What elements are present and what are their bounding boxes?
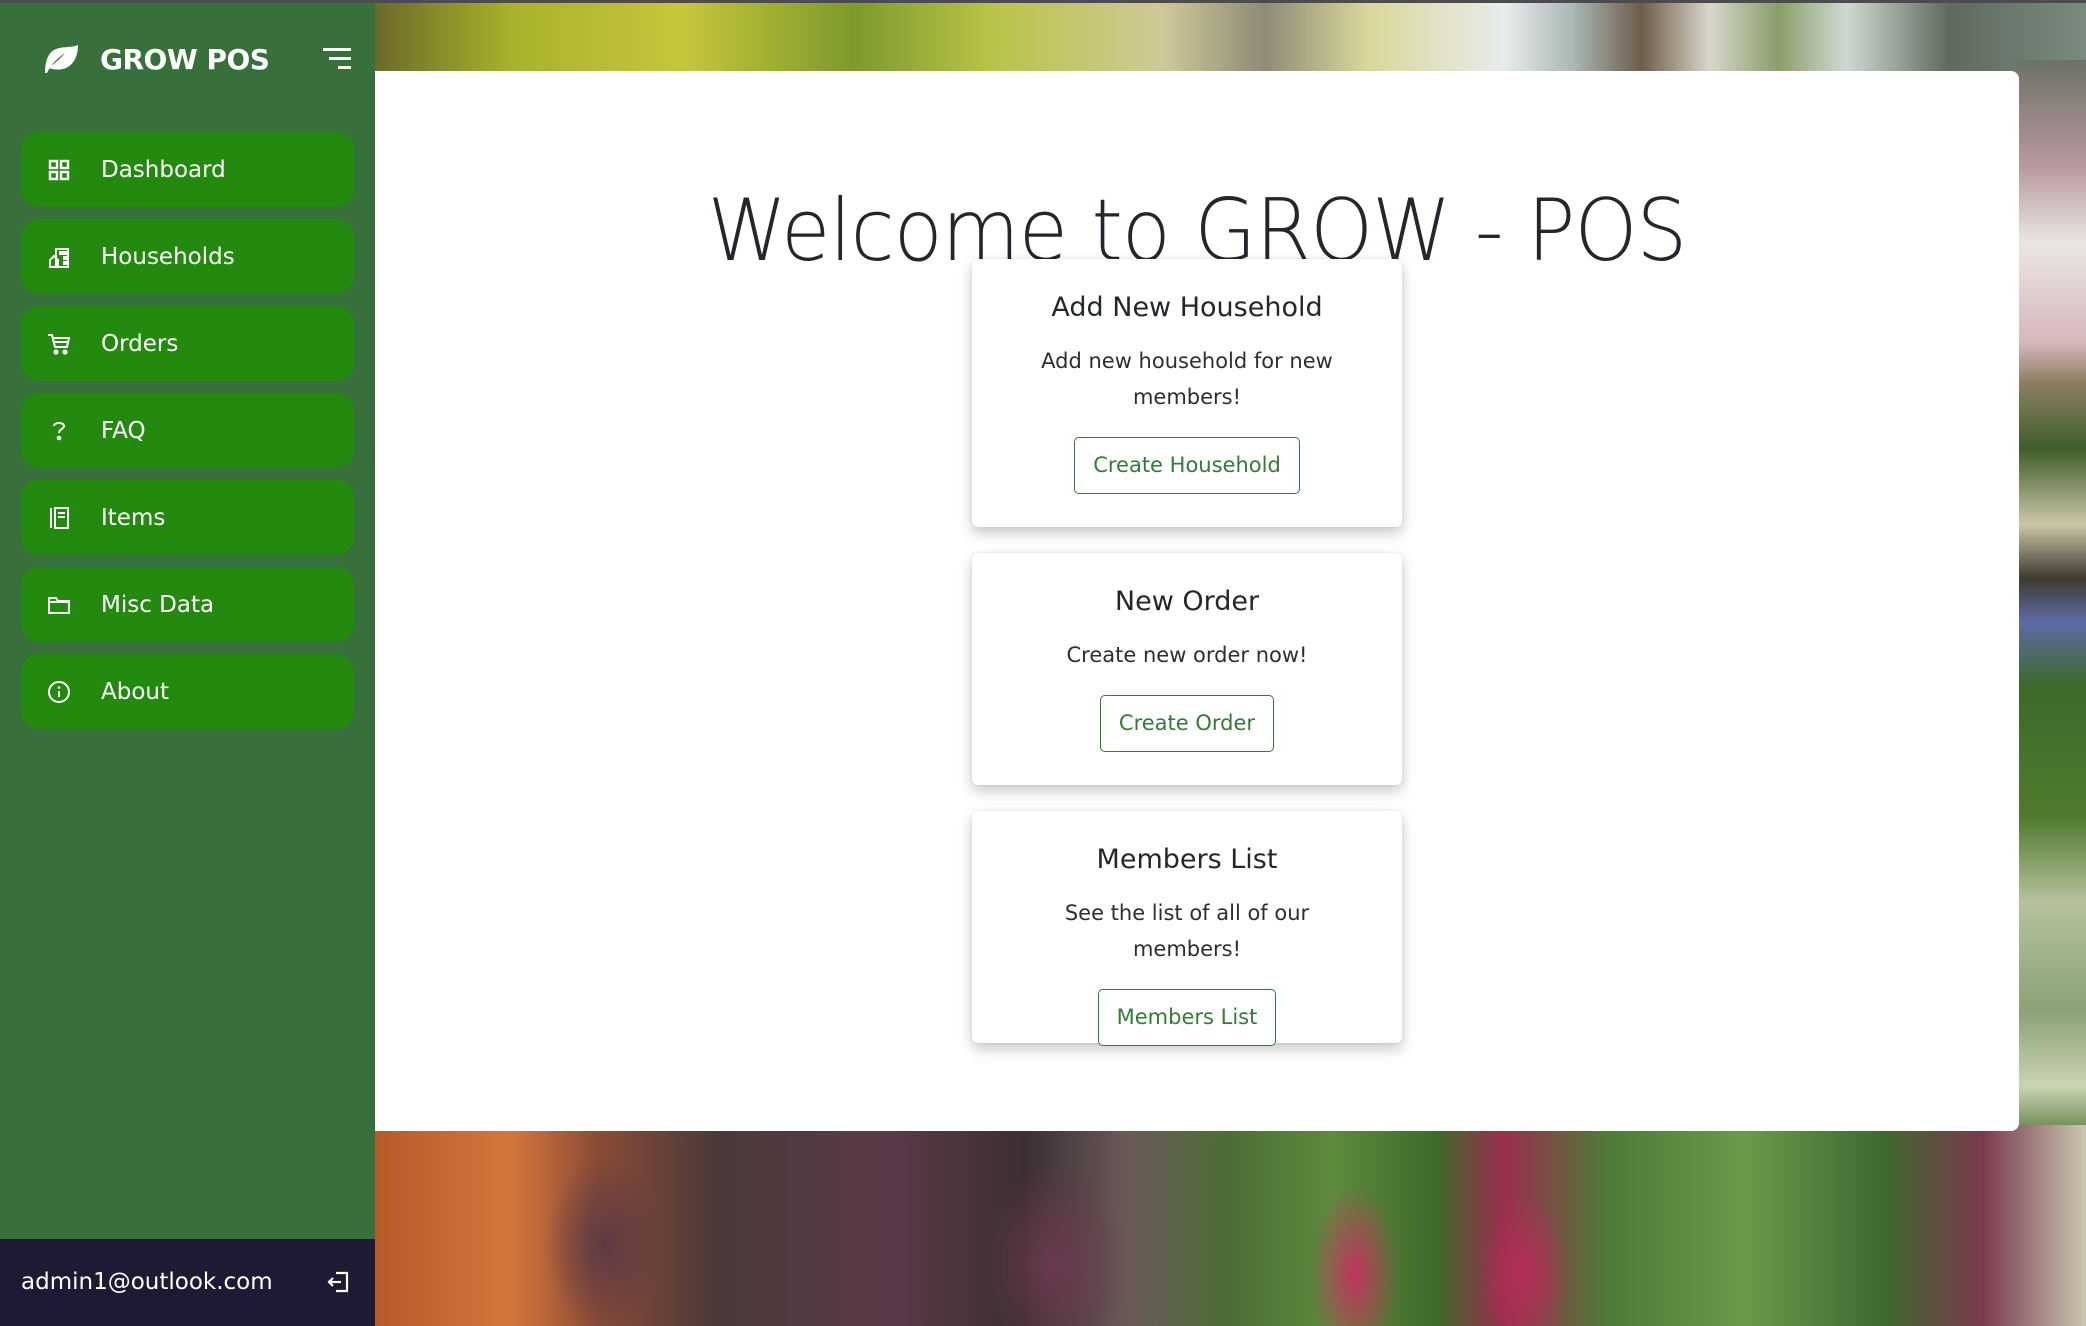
card-title: Members List xyxy=(1096,844,1278,875)
main-panel: Welcome to GROW - POS Add New Household … xyxy=(375,71,2019,1131)
sidebar-item-label: Items xyxy=(101,504,166,531)
sidebar-item-orders[interactable]: Orders xyxy=(21,306,354,381)
sidebar-item-households[interactable]: Households xyxy=(21,219,354,294)
members-list-button[interactable]: Members List xyxy=(1097,989,1277,1046)
members-list-card: Members List See the list of all of our … xyxy=(972,811,1402,1046)
question-icon xyxy=(46,418,72,444)
card-text: Add new household for new members! xyxy=(1041,349,1333,409)
leaf-icon xyxy=(42,44,80,74)
user-footer: admin1@outlook.com xyxy=(0,1239,375,1326)
sidebar-item-about[interactable]: About xyxy=(21,654,354,729)
create-household-button[interactable]: Create Household xyxy=(1074,437,1300,494)
background-photo-bottom xyxy=(375,1125,2086,1326)
card-title: New Order xyxy=(1114,586,1260,617)
sidebar-item-misc-data[interactable]: Misc Data xyxy=(21,567,354,642)
add-household-card: Add New Household Add new household for … xyxy=(972,259,1402,527)
sidebar-item-label: Households xyxy=(101,243,235,270)
sidebar: GROW POS Dashboard Households Orders FAQ… xyxy=(0,3,375,1326)
building-icon xyxy=(46,244,72,270)
sidebar-item-label: FAQ xyxy=(101,417,146,444)
brand-name: GROW POS xyxy=(100,42,270,76)
logout-icon[interactable] xyxy=(326,1270,350,1294)
folder-icon xyxy=(46,592,72,618)
sidebar-item-dashboard[interactable]: Dashboard xyxy=(21,132,354,207)
menu-lines-icon[interactable] xyxy=(323,48,351,70)
grid-icon xyxy=(46,157,72,183)
sidebar-item-items[interactable]: Items xyxy=(21,480,354,555)
card-text: See the list of all of our members! xyxy=(1064,901,1310,961)
info-circle-icon xyxy=(46,679,72,705)
new-order-card: New Order Create new order now! Create O… xyxy=(972,553,1402,785)
sidebar-item-faq[interactable]: FAQ xyxy=(21,393,354,468)
sidebar-item-label: Dashboard xyxy=(101,156,226,183)
cart-icon xyxy=(46,331,72,357)
sidebar-item-label: Orders xyxy=(101,330,179,357)
brand[interactable]: GROW POS xyxy=(42,39,270,79)
window-top-border xyxy=(0,0,2086,3)
background-photo-top xyxy=(375,0,2086,80)
create-order-button[interactable]: Create Order xyxy=(1099,695,1275,752)
journal-icon xyxy=(46,505,72,531)
background-photo-right xyxy=(2015,60,2086,1140)
sidebar-item-label: Misc Data xyxy=(101,591,215,618)
card-title: Add New Household xyxy=(1051,292,1323,323)
user-email: admin1@outlook.com xyxy=(21,1269,273,1295)
sidebar-item-label: About xyxy=(101,678,170,705)
card-text: Create new order now! xyxy=(1066,643,1308,667)
sidebar-nav: Dashboard Households Orders FAQ Items Mi… xyxy=(21,132,354,741)
